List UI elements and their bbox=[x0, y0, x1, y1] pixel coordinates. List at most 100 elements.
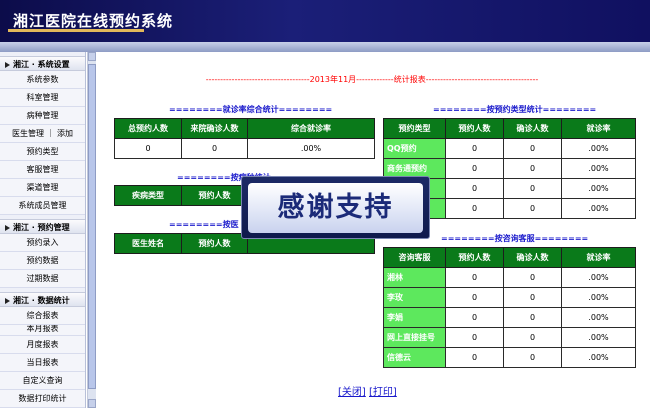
doctor-title: ========按医 bbox=[169, 220, 239, 229]
type-cell: 0 bbox=[445, 158, 504, 179]
service-cell: 0 bbox=[503, 267, 562, 288]
service-cell: 0 bbox=[503, 307, 562, 328]
service-label: 信德云 bbox=[383, 347, 446, 368]
service-cell: 0 bbox=[445, 327, 504, 348]
service-cell: .00% bbox=[561, 347, 636, 368]
type-cell: 0 bbox=[445, 198, 504, 219]
summary-cell: 0 bbox=[114, 138, 182, 159]
thanks-text: 感谢支持 bbox=[248, 183, 423, 233]
sidebar-section-stats[interactable]: 湘江 · 数据统计 bbox=[0, 292, 85, 307]
type-cell: 0 bbox=[503, 138, 562, 159]
report-title: ------------------------------------2013… bbox=[205, 75, 539, 84]
service-cell: .00% bbox=[561, 327, 636, 348]
table-row: 信德云 0 0 .00% bbox=[383, 347, 636, 368]
sidebar-section-settings[interactable]: 湘江 · 系统设置 bbox=[0, 56, 85, 71]
sidebar-item-members[interactable]: 系统成员管理 bbox=[0, 197, 85, 215]
app-title: 湘江医院在线预约系统 bbox=[13, 12, 174, 30]
arrow-icon bbox=[5, 224, 10, 231]
service-label: 湘林 bbox=[383, 267, 446, 288]
type-cell: .00% bbox=[561, 198, 636, 219]
type-cell: .00% bbox=[561, 178, 636, 199]
service-stats-header: 确诊人数 bbox=[503, 247, 562, 268]
sidebar-scrollbar[interactable] bbox=[87, 52, 96, 408]
service-stats-table: 咨询客服 预约人数 确诊人数 就诊率 湘林 0 0 .00% 李玫 0 0 .0… bbox=[383, 247, 636, 368]
table-row: 李娟 0 0 .00% bbox=[383, 307, 636, 328]
service-stats-header: 预约人数 bbox=[445, 247, 504, 268]
service-label: 网上直接挂号 bbox=[383, 327, 446, 348]
sidebar-item-custom-query[interactable]: 自定义查询 bbox=[0, 372, 85, 390]
disease-header: 疾病类型 bbox=[114, 185, 182, 206]
summary-title: ========就诊率综合统计======== bbox=[169, 105, 333, 114]
summary-cell: 0 bbox=[181, 138, 248, 159]
sidebar-item-expired-data[interactable]: 过期数据 bbox=[0, 270, 85, 288]
service-cell: 0 bbox=[445, 267, 504, 288]
bottom-links: [关闭] [打印] bbox=[338, 383, 397, 398]
type-cell: 0 bbox=[503, 158, 562, 179]
service-label: 李玫 bbox=[383, 287, 446, 308]
sidebar-item-overall-report[interactable]: 综合报表 bbox=[0, 307, 85, 325]
type-cell: 0 bbox=[445, 138, 504, 159]
title-underline bbox=[8, 29, 144, 32]
arrow-icon bbox=[5, 61, 10, 68]
service-stats-title: ========按咨询客服======== bbox=[441, 234, 589, 243]
summary-header: 来院确诊人数 bbox=[181, 118, 248, 139]
table-row: 湘林 0 0 .00% bbox=[383, 267, 636, 288]
service-cell: .00% bbox=[561, 287, 636, 308]
summary-cell: .00% bbox=[247, 138, 375, 159]
type-stats-header: 确诊人数 bbox=[503, 118, 562, 139]
service-cell: 0 bbox=[503, 287, 562, 308]
sidebar-item-system-params[interactable]: 系统参数 bbox=[0, 71, 85, 89]
thanks-overlay: 感谢支持 bbox=[241, 176, 430, 239]
sidebar-item-print-stats[interactable]: 数据打印统计 bbox=[0, 390, 85, 408]
sidebar-section-bookings[interactable]: 湘江 · 预约管理 bbox=[0, 219, 85, 234]
type-stats-header: 预约类型 bbox=[383, 118, 446, 139]
arrow-icon bbox=[5, 297, 10, 304]
scroll-up-icon[interactable] bbox=[88, 52, 96, 61]
table-row: 李玫 0 0 .00% bbox=[383, 287, 636, 308]
type-cell: .00% bbox=[561, 158, 636, 179]
app-header: 湘江医院在线预约系统 bbox=[0, 0, 650, 52]
close-link[interactable]: [关闭] bbox=[338, 387, 366, 398]
service-cell: 0 bbox=[445, 307, 504, 328]
type-stats-header: 预约人数 bbox=[445, 118, 504, 139]
service-cell: 0 bbox=[503, 347, 562, 368]
service-stats-header: 就诊率 bbox=[561, 247, 636, 268]
type-stats-header: 就诊率 bbox=[561, 118, 636, 139]
service-stats-header: 咨询客服 bbox=[383, 247, 446, 268]
summary-header: 总预约人数 bbox=[114, 118, 182, 139]
service-cell: 0 bbox=[445, 347, 504, 368]
sidebar: 湘江 · 系统设置 系统参数 科室管理 病种管理 医生管理 ｜ 添加 预约类型 … bbox=[0, 52, 86, 408]
sidebar-item-month-report[interactable]: 本月报表 bbox=[0, 325, 85, 336]
sidebar-item-channels[interactable]: 渠道管理 bbox=[0, 179, 85, 197]
sidebar-item-booking-types[interactable]: 预约类型 bbox=[0, 143, 85, 161]
table-row: QQ预约 0 0 .00% bbox=[383, 138, 636, 159]
sidebar-item-doctors[interactable]: 医生管理 ｜ 添加 bbox=[0, 125, 85, 143]
summary-header: 综合就诊率 bbox=[247, 118, 375, 139]
service-cell: 0 bbox=[503, 327, 562, 348]
service-cell: 0 bbox=[445, 287, 504, 308]
doctor-header: 医生姓名 bbox=[114, 233, 182, 254]
sidebar-item-booking-entry[interactable]: 预约录入 bbox=[0, 234, 85, 252]
type-cell: 0 bbox=[503, 178, 562, 199]
type-cell: .00% bbox=[561, 138, 636, 159]
scroll-thumb[interactable] bbox=[88, 64, 96, 389]
type-label: QQ预约 bbox=[383, 138, 446, 159]
sidebar-item-daily-report[interactable]: 当日报表 bbox=[0, 354, 85, 372]
doctor-header: 预约人数 bbox=[181, 233, 248, 254]
table-row: 网上直接挂号 0 0 .00% bbox=[383, 327, 636, 348]
sidebar-item-customer-service[interactable]: 客服管理 bbox=[0, 161, 85, 179]
sidebar-item-diseases[interactable]: 病种管理 bbox=[0, 107, 85, 125]
service-cell: .00% bbox=[561, 267, 636, 288]
scroll-down-icon[interactable] bbox=[88, 399, 96, 408]
type-cell: 0 bbox=[445, 178, 504, 199]
sidebar-item-departments[interactable]: 科室管理 bbox=[0, 89, 85, 107]
summary-table: 总预约人数 来院确诊人数 综合就诊率 0 0 .00% bbox=[114, 118, 375, 159]
sidebar-item-monthly-report[interactable]: 月度报表 bbox=[0, 336, 85, 354]
service-label: 李娟 bbox=[383, 307, 446, 328]
type-stats-title: ========按预约类型统计======== bbox=[433, 105, 597, 114]
sidebar-item-booking-data[interactable]: 预约数据 bbox=[0, 252, 85, 270]
header-band bbox=[0, 42, 650, 52]
print-link[interactable]: [打印] bbox=[369, 387, 397, 398]
service-cell: .00% bbox=[561, 307, 636, 328]
disease-header: 预约人数 bbox=[181, 185, 248, 206]
